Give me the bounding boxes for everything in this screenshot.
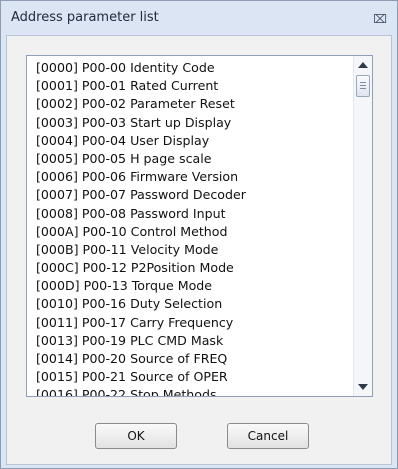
- title-bar[interactable]: Address parameter list ⌧: [1, 1, 397, 35]
- list-item[interactable]: [0007] P00-07 Password Decoder: [29, 186, 351, 204]
- dialog-body: [0000] P00-00 Identity Code [0001] P00-01…: [6, 35, 392, 465]
- scroll-down-arrow-icon[interactable]: [354, 378, 372, 396]
- list-item[interactable]: [0006] P00-06 Firmware Version: [29, 168, 351, 186]
- list-item[interactable]: [000B] P00-11 Velocity Mode: [29, 241, 351, 259]
- list-item[interactable]: [000D] P00-13 Torque Mode: [29, 277, 351, 295]
- list-item[interactable]: [0015] P00-21 Source of OPER: [29, 368, 351, 386]
- close-icon[interactable]: ⌧: [373, 12, 387, 26]
- vertical-scrollbar[interactable]: [353, 56, 372, 396]
- list-item[interactable]: [0002] P00-02 Parameter Reset: [29, 95, 351, 113]
- list-item[interactable]: [0003] P00-03 Start up Display: [29, 114, 351, 132]
- dialog-title: Address parameter list: [11, 10, 159, 25]
- scroll-up-arrow-icon[interactable]: [354, 56, 372, 74]
- list-item[interactable]: [0010] P00-16 Duty Selection: [29, 295, 351, 313]
- list-item[interactable]: [0016] P00-22 Stop Methods: [29, 386, 351, 396]
- address-parameter-dialog: Address parameter list ⌧ [0000] P00-00 I…: [0, 0, 398, 469]
- list-item[interactable]: [0008] P00-08 Password Input: [29, 205, 351, 223]
- list-item[interactable]: [0001] P00-01 Rated Current: [29, 77, 351, 95]
- list-item[interactable]: [0011] P00-17 Carry Frequency: [29, 314, 351, 332]
- list-item[interactable]: [0014] P00-20 Source of FREQ: [29, 350, 351, 368]
- list-item[interactable]: [000C] P00-12 P2Position Mode: [29, 259, 351, 277]
- parameter-list-items: [0000] P00-00 Identity Code [0001] P00-01…: [29, 59, 351, 396]
- list-item[interactable]: [000A] P00-10 Control Method: [29, 223, 351, 241]
- list-item[interactable]: [0004] P00-04 User Display: [29, 132, 351, 150]
- list-item[interactable]: [0000] P00-00 Identity Code: [29, 59, 351, 77]
- list-item[interactable]: [0013] P00-19 PLC CMD Mask: [29, 332, 351, 350]
- cancel-button[interactable]: Cancel: [227, 423, 309, 449]
- parameter-listbox[interactable]: [0000] P00-00 Identity Code [0001] P00-01…: [26, 55, 373, 397]
- ok-button[interactable]: OK: [95, 423, 177, 449]
- list-item[interactable]: [0005] P00-05 H page scale: [29, 150, 351, 168]
- scroll-thumb[interactable]: [356, 75, 370, 97]
